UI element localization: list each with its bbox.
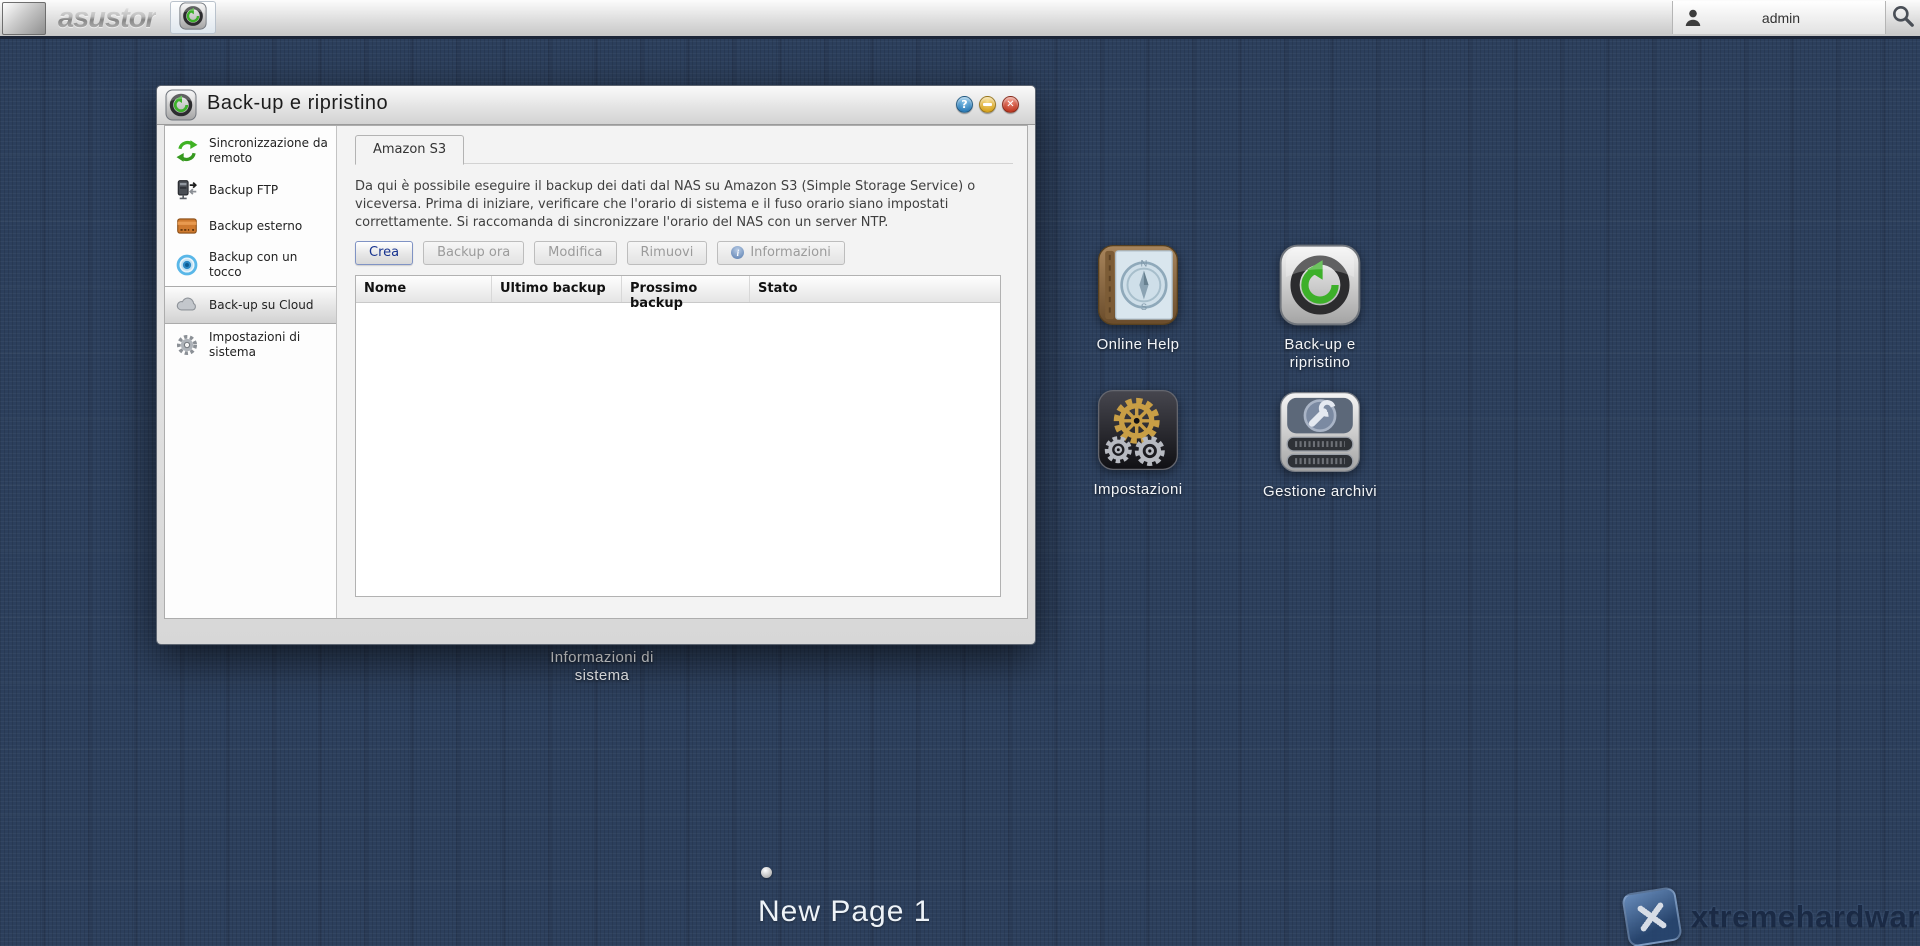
desktop-icon-gestione-archivi[interactable]: Gestione archivi [1252,390,1388,501]
sidebar-item-backup-esterno[interactable]: Backup esterno [165,208,336,244]
informazioni-button[interactable]: Informazioni [717,241,845,265]
watermark-text: xtremehardware.it [1691,899,1920,935]
desktop-icon-backup-e-ripristino[interactable]: Back-up e ripristino [1252,243,1388,372]
description-text: Da qui è possibile eseguire il backup de… [355,178,1010,232]
sidebar-item-label: Backup con un tocco [209,250,331,280]
column-header-ultimo-backup[interactable]: Ultimo backup [492,276,622,302]
xtremehardware-watermark: xtremehardware.it [1625,890,1920,944]
one-touch-icon [175,253,199,277]
online-help-book-compass-icon: N S [1096,312,1180,331]
column-header-stato[interactable]: Stato [750,276,1000,302]
minimize-button[interactable] [979,96,996,113]
button-label: Informazioni [750,245,831,260]
sidebar-item-impostazioni-di-sistema[interactable]: Impostazioni di sistema [165,324,336,366]
backup-ora-button[interactable]: Backup ora [423,241,524,265]
close-button[interactable]: ✕ [1002,96,1019,113]
button-label: Modifica [548,245,602,260]
rimuovi-button[interactable]: Rimuovi [627,241,708,265]
button-label: Rimuovi [641,245,694,260]
sidebar-item-backup-su-cloud[interactable]: Back-up su Cloud [165,286,336,324]
remote-sync-icon [175,139,199,163]
sidebar-item-label: Back-up su Cloud [209,298,313,313]
search-icon [1890,3,1916,33]
gear-icon [175,333,199,357]
sidebar-item-backup-ftp[interactable]: Backup FTP [165,172,336,208]
external-drive-icon [175,214,199,238]
user-menu[interactable]: admin [1672,1,1886,34]
sidebar-item-sincronizzazione-da-remoto[interactable]: Sincronizzazione da remoto [165,130,336,172]
tab-amazon-s3[interactable]: Amazon S3 [355,135,464,165]
sidebar-item-label: Backup esterno [209,219,302,234]
tab-strip: Amazon S3 [355,134,1013,164]
user-icon [1683,8,1703,28]
cloud-icon [175,293,199,317]
storage-manager-drive-wrench-icon [1278,459,1362,478]
desktop-screen: asustor admin [0,0,1920,946]
backup-app-icon [165,89,197,125]
desktop-icon-label: Online Help [1072,336,1204,354]
help-button[interactable]: ? [956,96,973,113]
user-name-label: admin [1703,10,1885,26]
sidebar-item-label: Impostazioni di sistema [209,330,331,360]
crea-button[interactable]: Crea [355,241,413,265]
column-header-nome[interactable]: Nome [356,276,492,302]
sidebar-item-backup-con-un-tocco[interactable]: Backup con un tocco [165,244,336,286]
sidebar-item-label: Sincronizzazione da remoto [209,136,331,166]
desktop-icon-impostazioni[interactable]: Impostazioni [1072,388,1204,499]
svg-text:N: N [1141,259,1148,269]
backup-restore-window: Back-up e ripristino ? ✕ [156,85,1036,645]
window-title: Back-up e ripristino [207,92,388,115]
modifica-button[interactable]: Modifica [534,241,616,265]
table-header: Nome Ultimo backup Prossimo backup Stato [356,276,1000,303]
asustor-logo: asustor [58,1,156,35]
desktop-icon-label: Informazioni di sistema [538,649,666,685]
window-titlebar[interactable]: Back-up e ripristino ? ✕ [157,86,1035,125]
search-button[interactable] [1888,3,1918,33]
desktop-icon-informazioni-di-sistema[interactable]: Informazioni di sistema [538,644,666,685]
button-label: Backup ora [437,245,510,260]
xtremehardware-logo-icon [1621,886,1683,946]
table-body-empty [356,303,1000,596]
svg-text:S: S [1141,302,1147,312]
window-content: Sincronizzazione da remoto Backup [164,125,1028,619]
desktop-icon-label: Impostazioni [1072,481,1204,499]
column-header-prossimo-backup[interactable]: Prossimo backup [622,276,750,302]
info-icon [731,246,744,259]
button-label: Crea [369,245,399,260]
backup-sidebar: Sincronizzazione da remoto Backup [165,126,337,618]
desktop-icon-label: Gestione archivi [1252,483,1388,501]
ftp-server-icon [175,178,199,202]
web-page-title: New Page 1 [758,895,931,929]
tab-content-pane: Amazon S3 Da qui è possibile eseguire il… [337,126,1027,618]
desktop-icon-label: Back-up e ripristino [1272,336,1368,372]
desktop-icon-online-help[interactable]: N S Online Help [1072,243,1204,354]
top-taskbar: asustor admin [0,0,1920,39]
settings-gears-icon [1096,457,1180,476]
show-desktop-button[interactable] [2,2,46,35]
backup-app-icon [179,2,207,34]
backup-jobs-table: Nome Ultimo backup Prossimo backup Stato [355,275,1001,597]
backup-app-icon [1278,312,1362,331]
sidebar-item-label: Backup FTP [209,183,278,198]
toolbar: Crea Backup ora Modifica Rimuovi Informa… [355,241,1013,265]
page-bullet-dot [761,867,772,878]
taskbar-running-app-backup[interactable] [170,1,216,34]
